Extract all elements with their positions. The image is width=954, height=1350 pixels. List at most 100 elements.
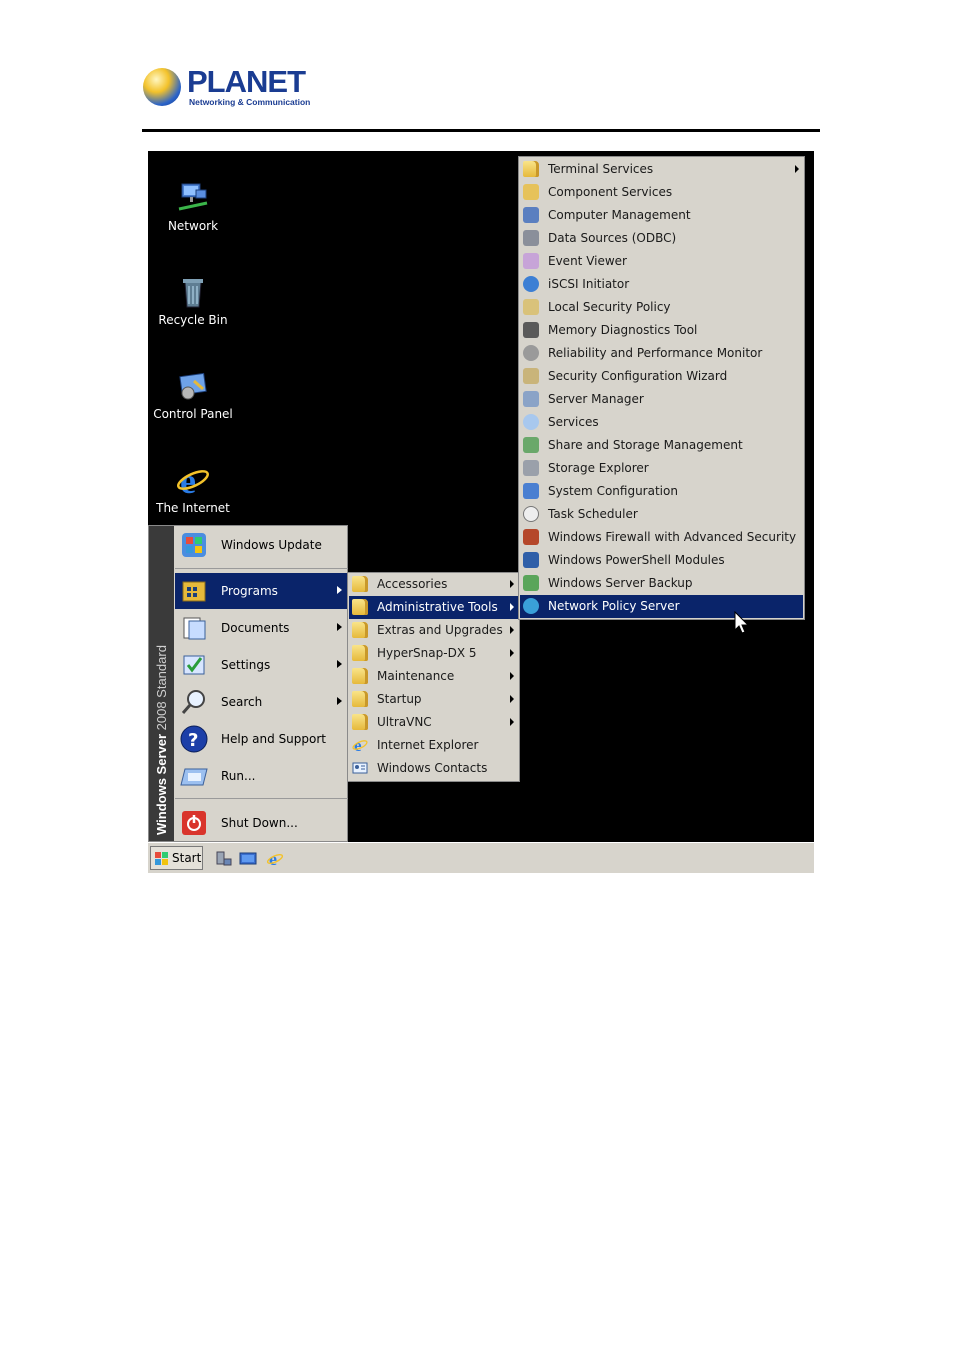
admin-item-iscsi-initiator[interactable]: iSCSI Initiator — [520, 273, 803, 296]
help-icon: ? — [179, 724, 209, 754]
start-item-label: Windows Update — [221, 538, 322, 552]
svg-text:?: ? — [188, 730, 198, 751]
admin-item-server-manager[interactable]: Server Manager — [520, 388, 803, 411]
folder-icon — [352, 576, 368, 592]
start-item-label: Shut Down... — [221, 816, 298, 830]
admin-item-windows-firewall[interactable]: Windows Firewall with Advanced Security — [520, 526, 803, 549]
start-item-search[interactable]: Search — [175, 684, 348, 720]
component-services-icon — [523, 184, 539, 200]
submenu-arrow-icon — [337, 660, 342, 668]
show-desktop-icon[interactable] — [239, 850, 257, 867]
programs-item-internet-explorer[interactable]: e Internet Explorer — [349, 734, 518, 757]
programs-item-ultravnc[interactable]: UltraVNC — [349, 711, 518, 734]
admin-item-data-sources[interactable]: Data Sources (ODBC) — [520, 227, 803, 250]
admin-item-memory-diagnostics[interactable]: Memory Diagnostics Tool — [520, 319, 803, 342]
programs-item-startup[interactable]: Startup — [349, 688, 518, 711]
submenu-arrow-icon — [510, 718, 514, 726]
folder-icon — [352, 691, 368, 707]
admin-item-system-configuration[interactable]: System Configuration — [520, 480, 803, 503]
menu-separator — [175, 798, 348, 799]
event-viewer-icon — [523, 253, 539, 269]
programs-item-maintenance[interactable]: Maintenance — [349, 665, 518, 688]
computer-management-icon — [523, 207, 539, 223]
programs-item-label: Administrative Tools — [377, 600, 498, 614]
mouse-cursor-icon — [734, 610, 750, 635]
programs-item-label: Maintenance — [377, 669, 455, 683]
submenu-arrow-icon — [337, 623, 342, 631]
admin-item-task-scheduler[interactable]: Task Scheduler — [520, 503, 803, 526]
folder-icon — [352, 622, 368, 638]
run-icon — [179, 761, 209, 791]
admin-item-network-policy-server[interactable]: Network Policy Server — [520, 595, 803, 618]
programs-item-hypersnap[interactable]: HyperSnap-DX 5 — [349, 642, 518, 665]
desktop-icon-label: The Internet — [156, 501, 230, 515]
settings-icon — [179, 650, 209, 680]
share-storage-icon — [523, 437, 539, 453]
folder-icon — [523, 161, 539, 177]
programs-item-accessories[interactable]: Accessories — [349, 573, 518, 596]
start-item-shutdown[interactable]: Shut Down... — [175, 805, 348, 841]
server-backup-icon — [523, 575, 539, 591]
powershell-icon — [523, 552, 539, 568]
submenu-arrow-icon — [795, 165, 799, 173]
admin-item-label: Memory Diagnostics Tool — [548, 323, 698, 337]
admin-item-reliability-monitor[interactable]: Reliability and Performance Monitor — [520, 342, 803, 365]
admin-item-local-security-policy[interactable]: Local Security Policy — [520, 296, 803, 319]
desktop-icon-label: Network — [167, 219, 219, 233]
start-item-programs[interactable]: Programs — [175, 573, 348, 609]
submenu-arrow-icon — [337, 586, 342, 594]
contacts-icon — [352, 760, 368, 776]
desktop-icon-control-panel[interactable]: Control Panel — [148, 369, 238, 421]
start-item-label: Run... — [221, 769, 256, 783]
start-item-run[interactable]: Run... — [175, 758, 348, 794]
task-scheduler-clock-icon — [523, 506, 539, 522]
admin-item-server-backup[interactable]: Windows Server Backup — [520, 572, 803, 595]
folder-icon — [352, 645, 368, 661]
desktop-icon-network[interactable]: Network — [148, 181, 238, 233]
admin-item-services[interactable]: Services — [520, 411, 803, 434]
desktop-screenshot: Network Recycle Bin Control Panel e The … — [148, 151, 814, 873]
admin-item-label: Terminal Services — [548, 162, 654, 176]
start-item-help[interactable]: ? Help and Support — [175, 721, 348, 757]
admin-item-label: iSCSI Initiator — [548, 277, 630, 291]
start-item-settings[interactable]: Settings — [175, 647, 348, 683]
admin-item-storage-explorer[interactable]: Storage Explorer — [520, 457, 803, 480]
desktop-icon-label: Recycle Bin — [158, 313, 228, 327]
programs-item-windows-contacts[interactable]: Windows Contacts — [349, 757, 518, 780]
admin-item-share-storage[interactable]: Share and Storage Management — [520, 434, 803, 457]
planet-logo: PLANET Networking & Communication — [143, 66, 313, 110]
internet-explorer-icon: e — [176, 461, 210, 501]
desktop-icon-internet[interactable]: e The Internet — [148, 461, 238, 515]
folder-icon — [352, 599, 368, 615]
admin-item-security-config-wizard[interactable]: Security Configuration Wizard — [520, 365, 803, 388]
admin-item-powershell-modules[interactable]: Windows PowerShell Modules — [520, 549, 803, 572]
start-menu: Windows Server 2008 Standard Windows Upd… — [148, 525, 348, 842]
submenu-arrow-icon — [510, 672, 514, 680]
start-item-windows-update[interactable]: Windows Update — [175, 527, 348, 563]
submenu-arrow-icon — [510, 580, 514, 588]
admin-item-event-viewer[interactable]: Event Viewer — [520, 250, 803, 273]
server-manager-icon[interactable] — [214, 850, 232, 867]
network-policy-server-icon — [523, 598, 539, 614]
admin-item-label: Storage Explorer — [548, 461, 649, 475]
admin-item-label: Component Services — [548, 185, 673, 199]
admin-item-component-services[interactable]: Component Services — [520, 181, 803, 204]
admin-item-terminal-services[interactable]: Terminal Services — [520, 158, 803, 181]
system-configuration-icon — [523, 483, 539, 499]
internet-explorer-icon[interactable]: e — [266, 849, 284, 869]
programs-item-extras[interactable]: Extras and Upgrades — [349, 619, 518, 642]
submenu-arrow-icon — [510, 695, 514, 703]
logo-wordmark: PLANET — [187, 64, 306, 99]
admin-item-label: Security Configuration Wizard — [548, 369, 728, 383]
programs-item-label: Accessories — [377, 577, 448, 591]
security-config-wizard-icon — [523, 368, 539, 384]
programs-item-label: UltraVNC — [377, 715, 432, 729]
administrative-tools-submenu: Terminal Services Component Services Com… — [518, 156, 805, 620]
banner-product: Windows Server — [154, 733, 169, 835]
start-item-documents[interactable]: Documents — [175, 610, 348, 646]
admin-item-computer-management[interactable]: Computer Management — [520, 204, 803, 227]
programs-item-administrative-tools[interactable]: Administrative Tools — [349, 596, 518, 619]
desktop-icon-recycle-bin[interactable]: Recycle Bin — [148, 275, 238, 327]
network-icon — [176, 181, 210, 215]
start-button[interactable]: Start — [150, 846, 203, 870]
